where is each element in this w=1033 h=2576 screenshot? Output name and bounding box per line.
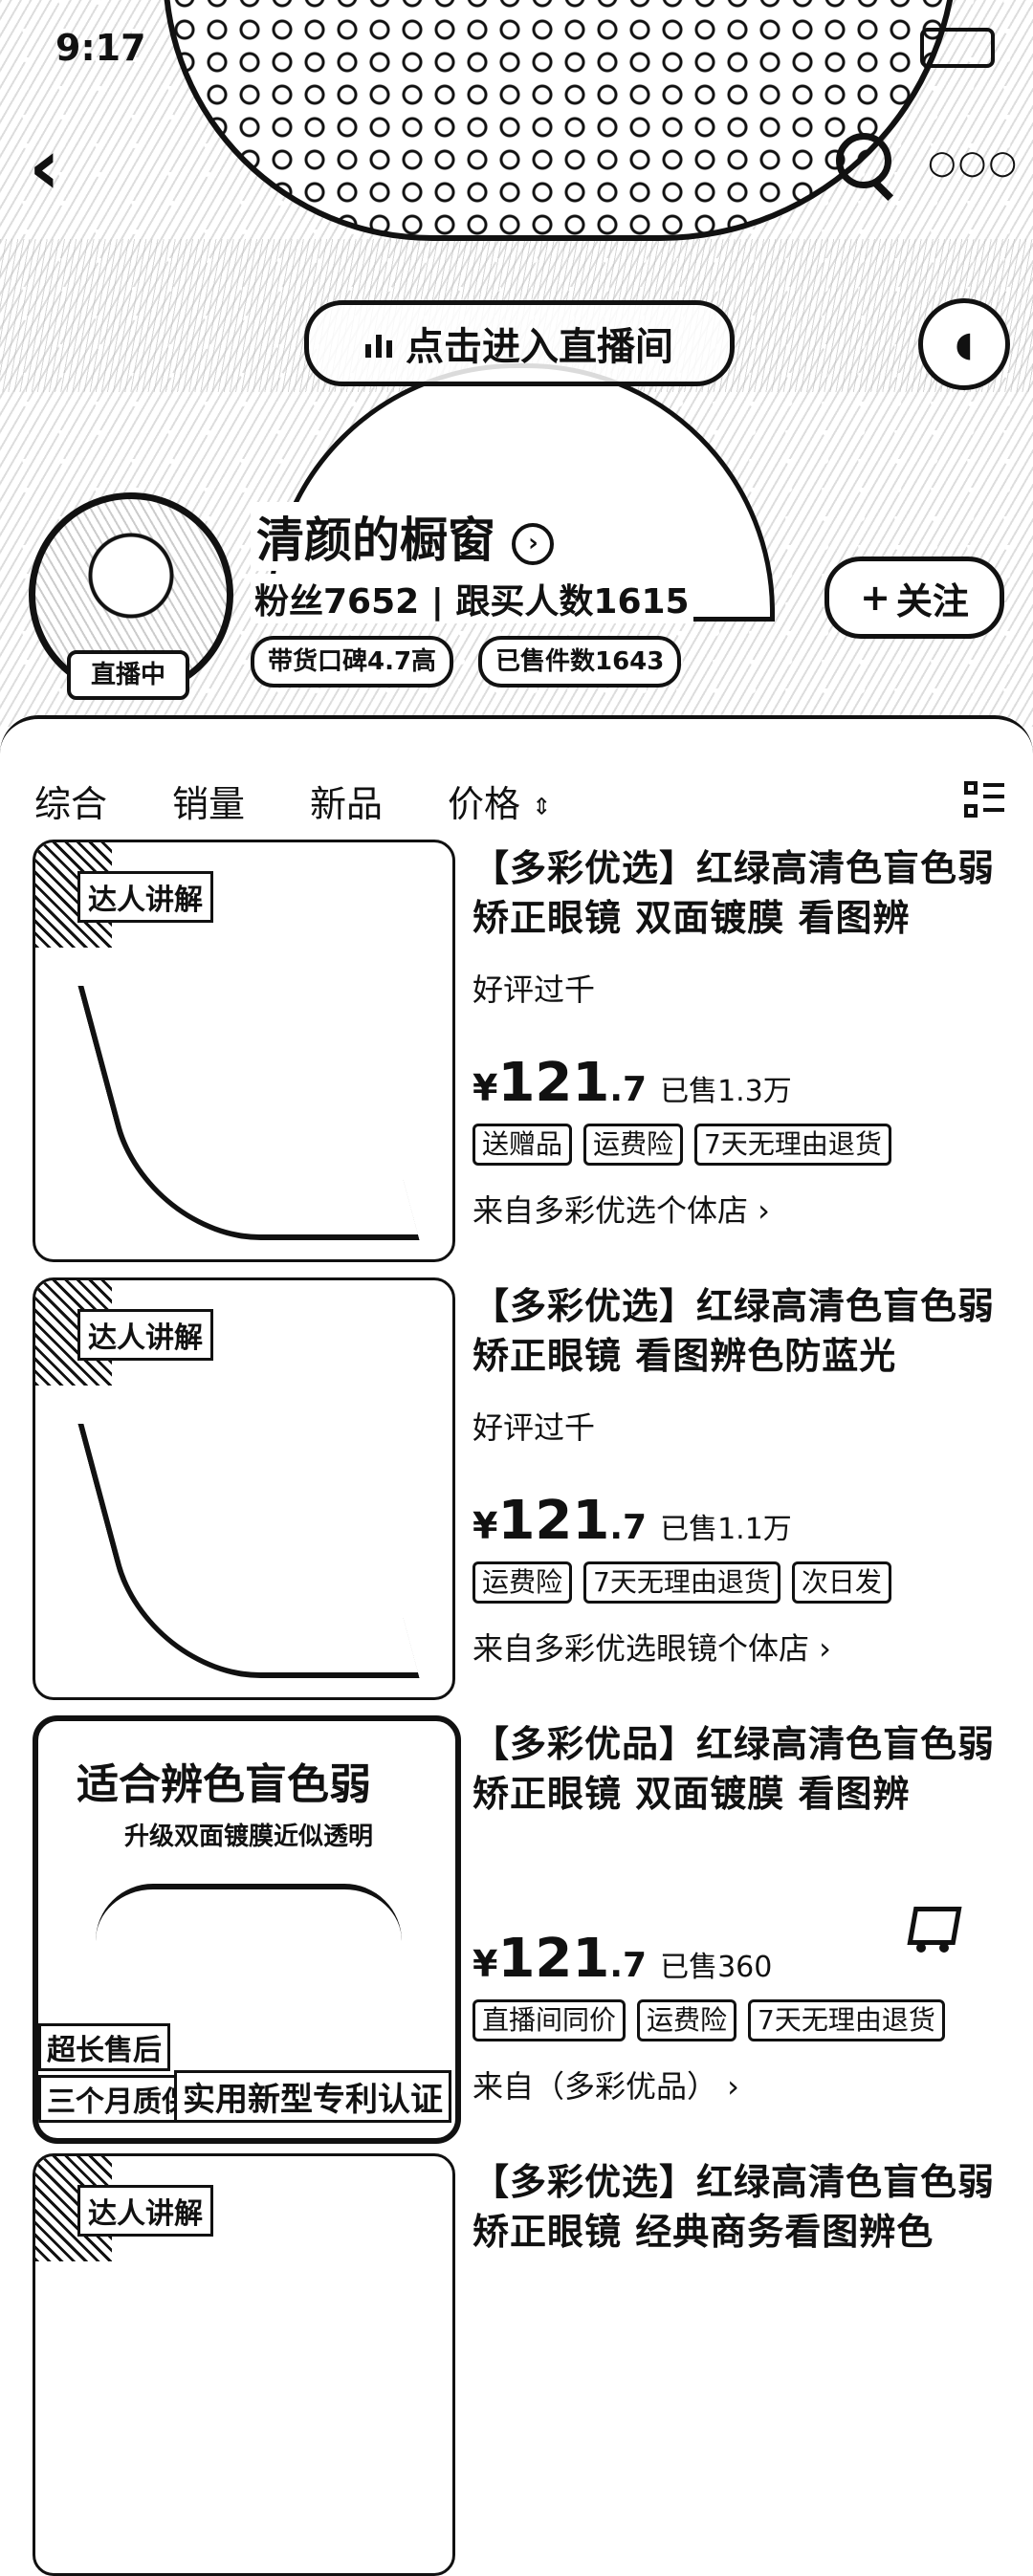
live-bars-icon bbox=[365, 329, 392, 358]
product-card[interactable]: 达人讲解 【多彩优选】红绿高清色盲色弱矫正眼镜 看图辨色防蓝光 好评过千 ¥ 1… bbox=[0, 1272, 1033, 1700]
price-decimal: .7 bbox=[609, 1070, 648, 1109]
service-tag: 7天无理由退货 bbox=[583, 1561, 780, 1604]
product-title: 【多彩优选】红绿高清色盲色弱矫正眼镜 看图辨色防蓝光 bbox=[473, 1285, 996, 1377]
enter-live-button[interactable]: 点击进入直播间 bbox=[304, 300, 735, 386]
live-badge: 直播中 bbox=[67, 650, 189, 700]
product-card[interactable]: 适合辨色盲色弱 升级双面镀膜近似透明 超长售后 三个月质保 实用新型专利认证 【… bbox=[0, 1710, 1033, 2144]
filter-bar: 综合 销量 新品 价格 ⇕ bbox=[34, 767, 1004, 834]
store-link[interactable]: 来自多彩优选个体店 › bbox=[473, 1187, 1008, 1231]
more-icon[interactable]: ○○○ bbox=[928, 143, 1019, 182]
product-info: 【多彩优选】红绿高清色盲色弱矫正眼镜 看图辨色防蓝光 好评过千 ¥ 121 .7… bbox=[473, 1281, 1008, 1669]
service-tag: 运费险 bbox=[583, 1124, 684, 1166]
service-tag: 送赠品 bbox=[473, 1124, 573, 1166]
follow-label: 关注 bbox=[895, 579, 969, 622]
service-tag: 7天无理由退货 bbox=[748, 1999, 945, 2041]
speaker-icon[interactable]: ◖ bbox=[918, 298, 1010, 390]
product-note: 好评过千 bbox=[473, 971, 596, 1008]
price-currency: ¥ bbox=[473, 1067, 498, 1109]
sold-count: 已售360 bbox=[660, 1951, 773, 1984]
filter-price[interactable]: 价格 ⇕ bbox=[448, 775, 551, 827]
service-tag: 运费险 bbox=[473, 1561, 573, 1604]
expert-tag: 达人讲解 bbox=[77, 2185, 213, 2237]
product-title: 【多彩优品】红绿高清色盲色弱矫正眼镜 双面镀膜 看图辨 bbox=[473, 1723, 996, 1815]
price-decimal: .7 bbox=[609, 1946, 648, 1985]
status-time: 9:17 bbox=[55, 27, 146, 69]
product-image[interactable]: 达人讲解 bbox=[33, 840, 455, 1262]
sold-count-chip[interactable]: 已售件数1643 bbox=[478, 636, 682, 688]
shop-name-text: 清颜的橱窗 bbox=[256, 513, 495, 568]
expert-tag: 达人讲解 bbox=[77, 871, 213, 923]
service-tags: 直播间同价 运费险 7天无理由退货 bbox=[473, 1999, 1008, 2041]
glasses-illustration bbox=[77, 1424, 420, 1678]
product-card[interactable]: 达人讲解 【多彩优选】红绿高清色盲色弱矫正眼镜 双面镀膜 看图辨 好评过千 ¥ … bbox=[0, 834, 1033, 1262]
product-note: 好评过千 bbox=[473, 1409, 596, 1446]
shop-stats: 粉丝7652 | 跟买人数1615 bbox=[251, 574, 693, 623]
chevron-right-icon: › bbox=[512, 522, 555, 565]
battery-icon bbox=[920, 28, 995, 68]
product-info: 【多彩优选】红绿高清色盲色弱矫正眼镜 双面镀膜 看图辨 好评过千 ¥ 121 .… bbox=[473, 843, 1008, 1231]
price-integer: 121 bbox=[497, 1490, 610, 1552]
shop-name[interactable]: 清颜的橱窗 › bbox=[251, 502, 560, 571]
service-tags: 送赠品 运费险 7天无理由退货 bbox=[473, 1124, 1008, 1166]
filter-comprehensive[interactable]: 综合 bbox=[34, 775, 107, 827]
thumb-badge-patent: 实用新型专利认证 bbox=[174, 2070, 451, 2123]
cart-icon[interactable] bbox=[899, 1901, 962, 1953]
back-button[interactable]: ‹ bbox=[29, 129, 86, 210]
follow-button[interactable]: + 关注 bbox=[824, 557, 1004, 639]
filter-sales[interactable]: 销量 bbox=[172, 775, 245, 827]
price-row: ¥ 121 .7 已售1.3万 bbox=[473, 1052, 1008, 1114]
service-tags: 运费险 7天无理由退货 次日发 bbox=[473, 1561, 1008, 1604]
filter-price-label: 价格 bbox=[448, 782, 521, 825]
product-image[interactable]: 达人讲解 bbox=[33, 1277, 455, 1700]
sort-arrows-icon: ⇕ bbox=[532, 793, 552, 819]
store-link[interactable]: 来自多彩优选眼镜个体店 › bbox=[473, 1625, 1008, 1669]
service-tag: 7天无理由退货 bbox=[694, 1124, 891, 1166]
status-bar: 9:17 bbox=[55, 19, 995, 76]
sold-count: 已售1.3万 bbox=[660, 1075, 792, 1108]
price-integer: 121 bbox=[497, 1928, 610, 1990]
search-icon[interactable] bbox=[832, 129, 899, 202]
price-currency: ¥ bbox=[473, 1505, 498, 1547]
price-decimal: .7 bbox=[609, 1508, 648, 1547]
product-image[interactable]: 达人讲解 bbox=[33, 2153, 455, 2576]
product-sheet: 综合 销量 新品 价格 ⇕ 达人讲解 【多彩优选】红绿高清色盲色弱矫正眼镜 双面… bbox=[0, 715, 1033, 2576]
filter-new[interactable]: 新品 bbox=[310, 775, 383, 827]
service-tag: 次日发 bbox=[791, 1561, 891, 1604]
thumb-headline: 适合辨色盲色弱 bbox=[77, 1760, 371, 1809]
product-image[interactable]: 适合辨色盲色弱 升级双面镀膜近似透明 超长售后 三个月质保 实用新型专利认证 bbox=[33, 1715, 461, 2144]
product-title: 【多彩优选】红绿高清色盲色弱矫正眼镜 双面镀膜 看图辨 bbox=[473, 847, 996, 939]
expert-tag: 达人讲解 bbox=[77, 1309, 213, 1361]
service-tag: 运费险 bbox=[637, 1999, 737, 2041]
enter-live-label: 点击进入直播间 bbox=[406, 325, 673, 369]
sold-count: 已售1.1万 bbox=[660, 1513, 792, 1546]
plus-icon: + bbox=[860, 577, 890, 619]
glasses-illustration bbox=[96, 1884, 402, 2004]
thumb-badge-aftersales: 超长售后 bbox=[38, 2023, 170, 2071]
price-row: ¥ 121 .7 已售1.1万 bbox=[473, 1490, 1008, 1552]
thumb-subline: 升级双面镀膜近似透明 bbox=[124, 1823, 374, 1851]
store-link[interactable]: 来自（多彩优品） › bbox=[473, 2063, 1008, 2107]
product-card[interactable]: 达人讲解 【多彩优选】红绿高清色盲色弱矫正眼镜 经典商务看图辨色 bbox=[0, 2148, 1033, 2576]
product-title: 【多彩优选】红绿高清色盲色弱矫正眼镜 经典商务看图辨色 bbox=[473, 2161, 996, 2253]
product-info: 【多彩优选】红绿高清色盲色弱矫正眼镜 经典商务看图辨色 bbox=[473, 2157, 1008, 2257]
service-tag: 直播间同价 bbox=[473, 1999, 626, 2041]
reputation-chip[interactable]: 带货口碑4.7高 bbox=[251, 636, 454, 688]
product-note bbox=[473, 1842, 1008, 1880]
glasses-illustration bbox=[77, 986, 420, 1240]
price-integer: 121 bbox=[497, 1052, 610, 1114]
layout-toggle-icon[interactable] bbox=[964, 781, 1004, 819]
price-currency: ¥ bbox=[473, 1943, 498, 1985]
